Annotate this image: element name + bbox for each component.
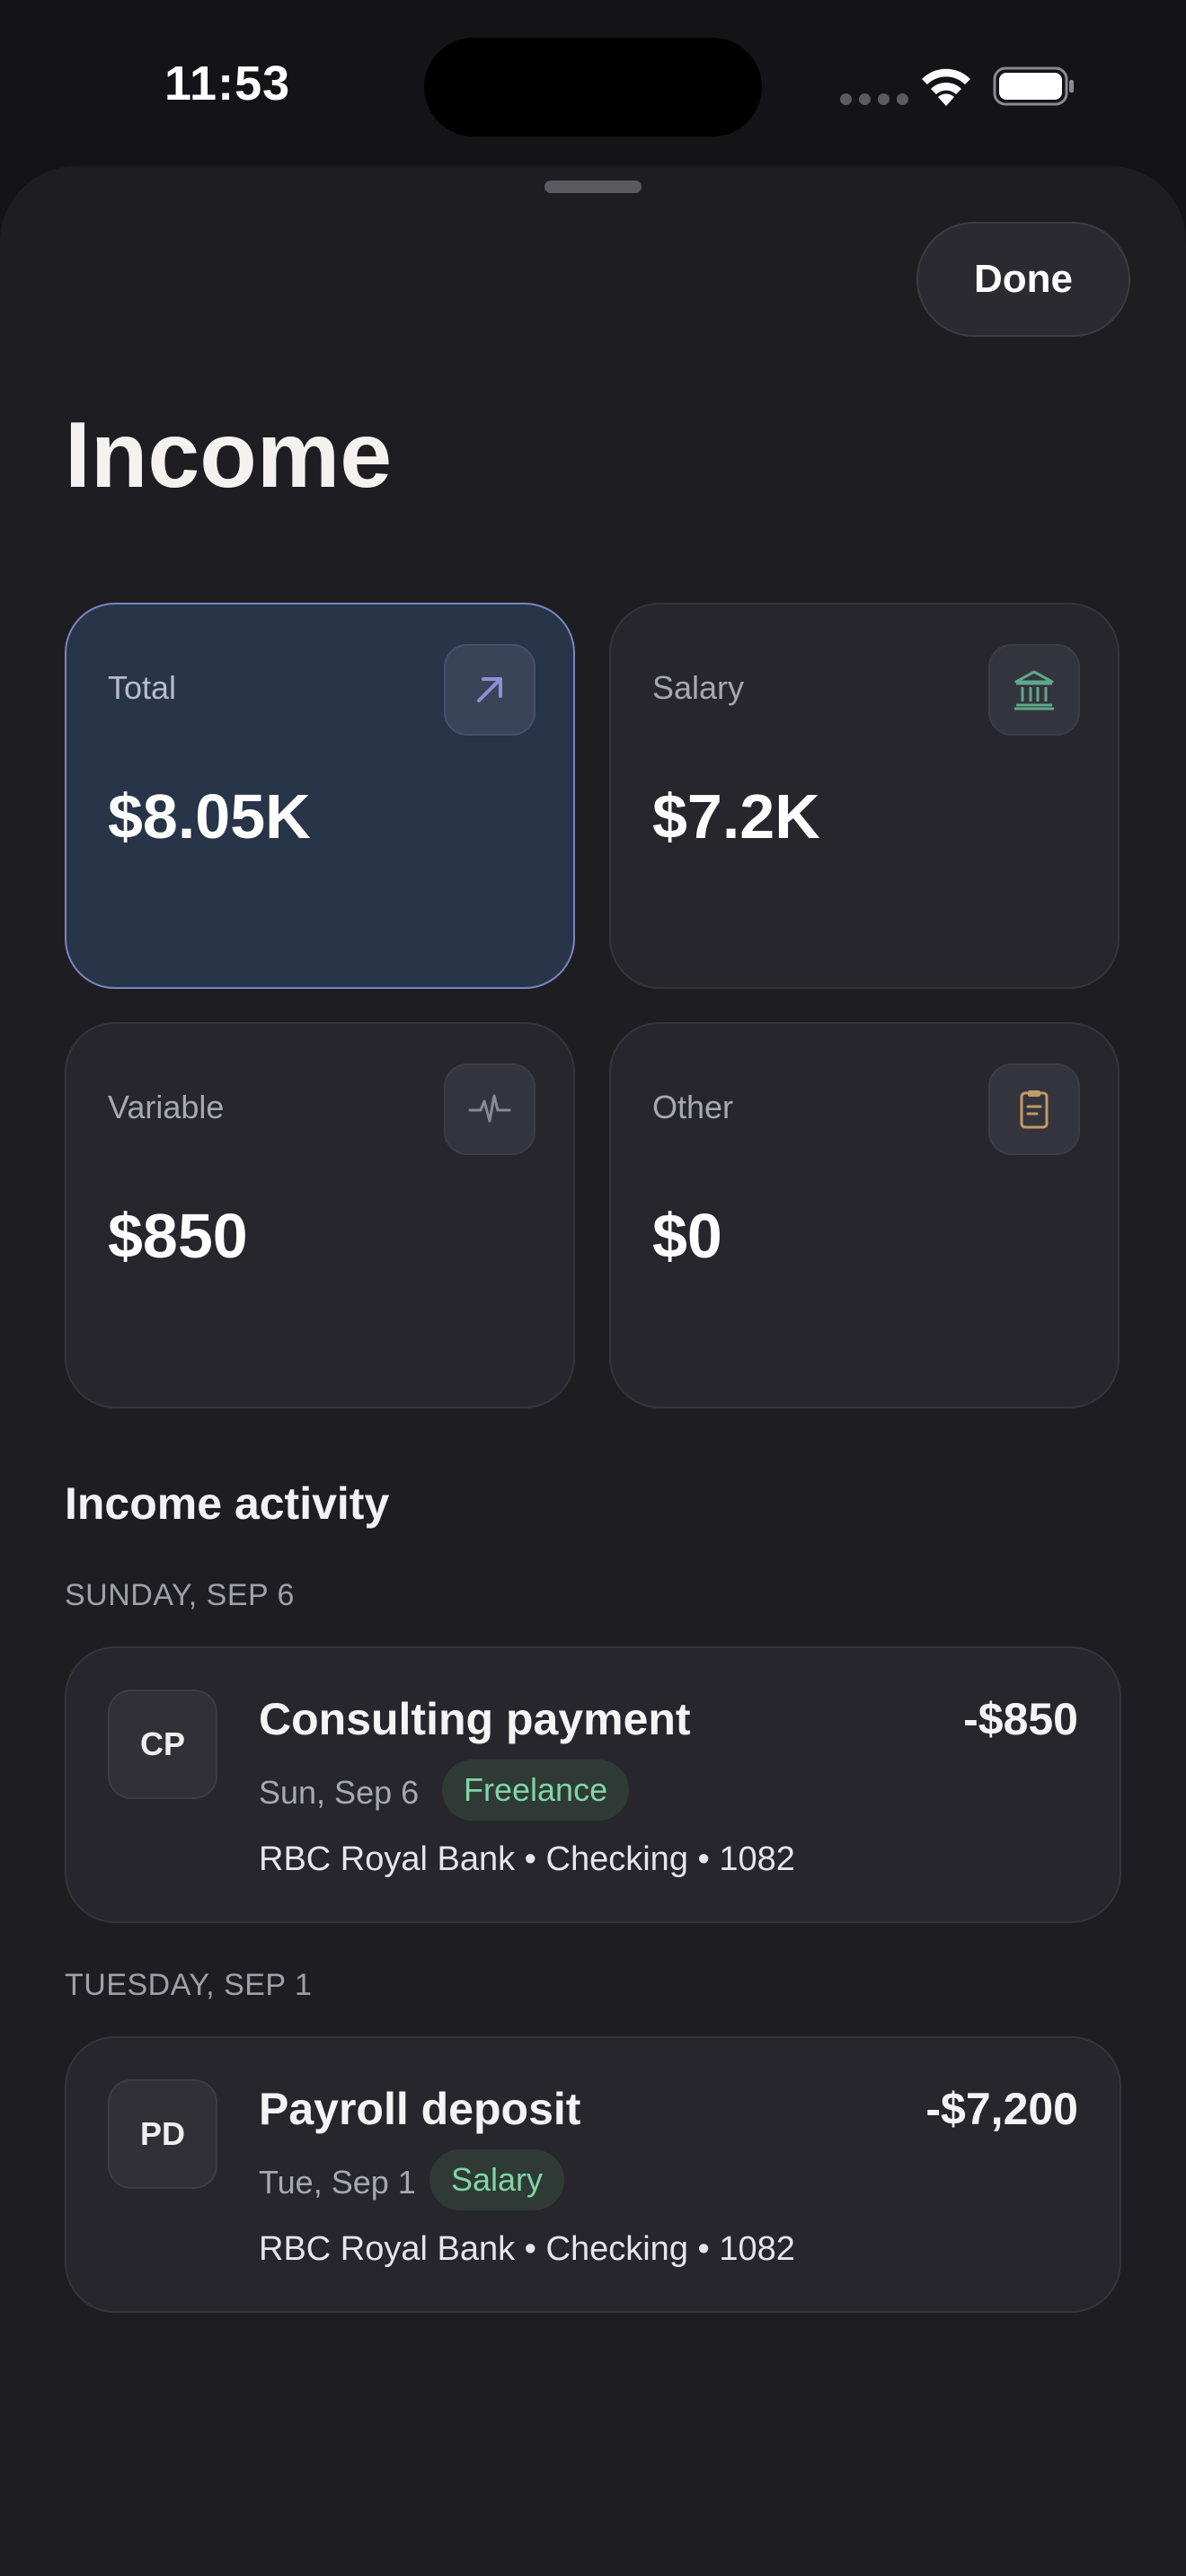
transaction-amount: -$850 bbox=[963, 1694, 1078, 1744]
avatar: CP bbox=[108, 1689, 217, 1799]
date-header: TUESDAY, SEP 1 bbox=[65, 1968, 313, 2002]
page-title: Income bbox=[65, 403, 393, 507]
section-title-income-activity: Income activity bbox=[65, 1478, 390, 1529]
clipboard-icon bbox=[988, 1063, 1080, 1155]
card-label: Other bbox=[652, 1089, 734, 1125]
date-header: SUNDAY, SEP 6 bbox=[65, 1578, 295, 1612]
category-tag: Freelance bbox=[442, 1760, 630, 1821]
category-tag: Salary bbox=[429, 2149, 565, 2210]
status-time: 11:53 bbox=[164, 57, 291, 110]
income-sheet: Done Income Total $8.05K Salary $7.2K Va… bbox=[0, 166, 1186, 2576]
transaction-name: Consulting payment bbox=[259, 1694, 691, 1744]
transaction-date: Sun, Sep 6 bbox=[259, 1774, 420, 1811]
arrow-up-right-icon bbox=[444, 644, 535, 736]
status-bar: 11:53 bbox=[0, 0, 1186, 162]
battery-icon bbox=[993, 66, 1074, 106]
transaction-card[interactable]: PD Payroll deposit -$7,200 Tue, Sep 1 Sa… bbox=[65, 2036, 1121, 2313]
done-button[interactable]: Done bbox=[916, 222, 1130, 337]
summary-card-variable[interactable]: Variable $850 bbox=[65, 1022, 575, 1408]
summary-card-other[interactable]: Other $0 bbox=[609, 1022, 1120, 1408]
dynamic-island bbox=[424, 38, 762, 137]
transaction-amount: -$7,200 bbox=[925, 2084, 1078, 2134]
transaction-account: RBC Royal Bank • Checking • 1082 bbox=[259, 1840, 795, 1878]
sheet-grabber[interactable] bbox=[544, 181, 642, 193]
card-value: $0 bbox=[652, 1201, 722, 1271]
card-label: Variable bbox=[108, 1089, 225, 1125]
wifi-icon bbox=[922, 68, 970, 106]
summary-card-total[interactable]: Total $8.05K bbox=[65, 603, 575, 989]
transaction-card[interactable]: CP Consulting payment -$850 Sun, Sep 6 F… bbox=[65, 1646, 1121, 1923]
cellular-signal-icon bbox=[840, 93, 908, 105]
card-label: Total bbox=[108, 669, 177, 706]
pulse-icon bbox=[444, 1063, 535, 1155]
card-label: Salary bbox=[652, 669, 745, 706]
transaction-name: Payroll deposit bbox=[259, 2084, 581, 2134]
card-value: $850 bbox=[108, 1201, 248, 1271]
card-value: $8.05K bbox=[108, 781, 311, 851]
transaction-date: Tue, Sep 1 bbox=[259, 2164, 416, 2201]
transaction-account: RBC Royal Bank • Checking • 1082 bbox=[259, 2230, 795, 2268]
summary-card-salary[interactable]: Salary $7.2K bbox=[609, 603, 1120, 989]
card-value: $7.2K bbox=[652, 781, 820, 851]
avatar: PD bbox=[108, 2079, 217, 2189]
bank-icon bbox=[988, 644, 1080, 736]
